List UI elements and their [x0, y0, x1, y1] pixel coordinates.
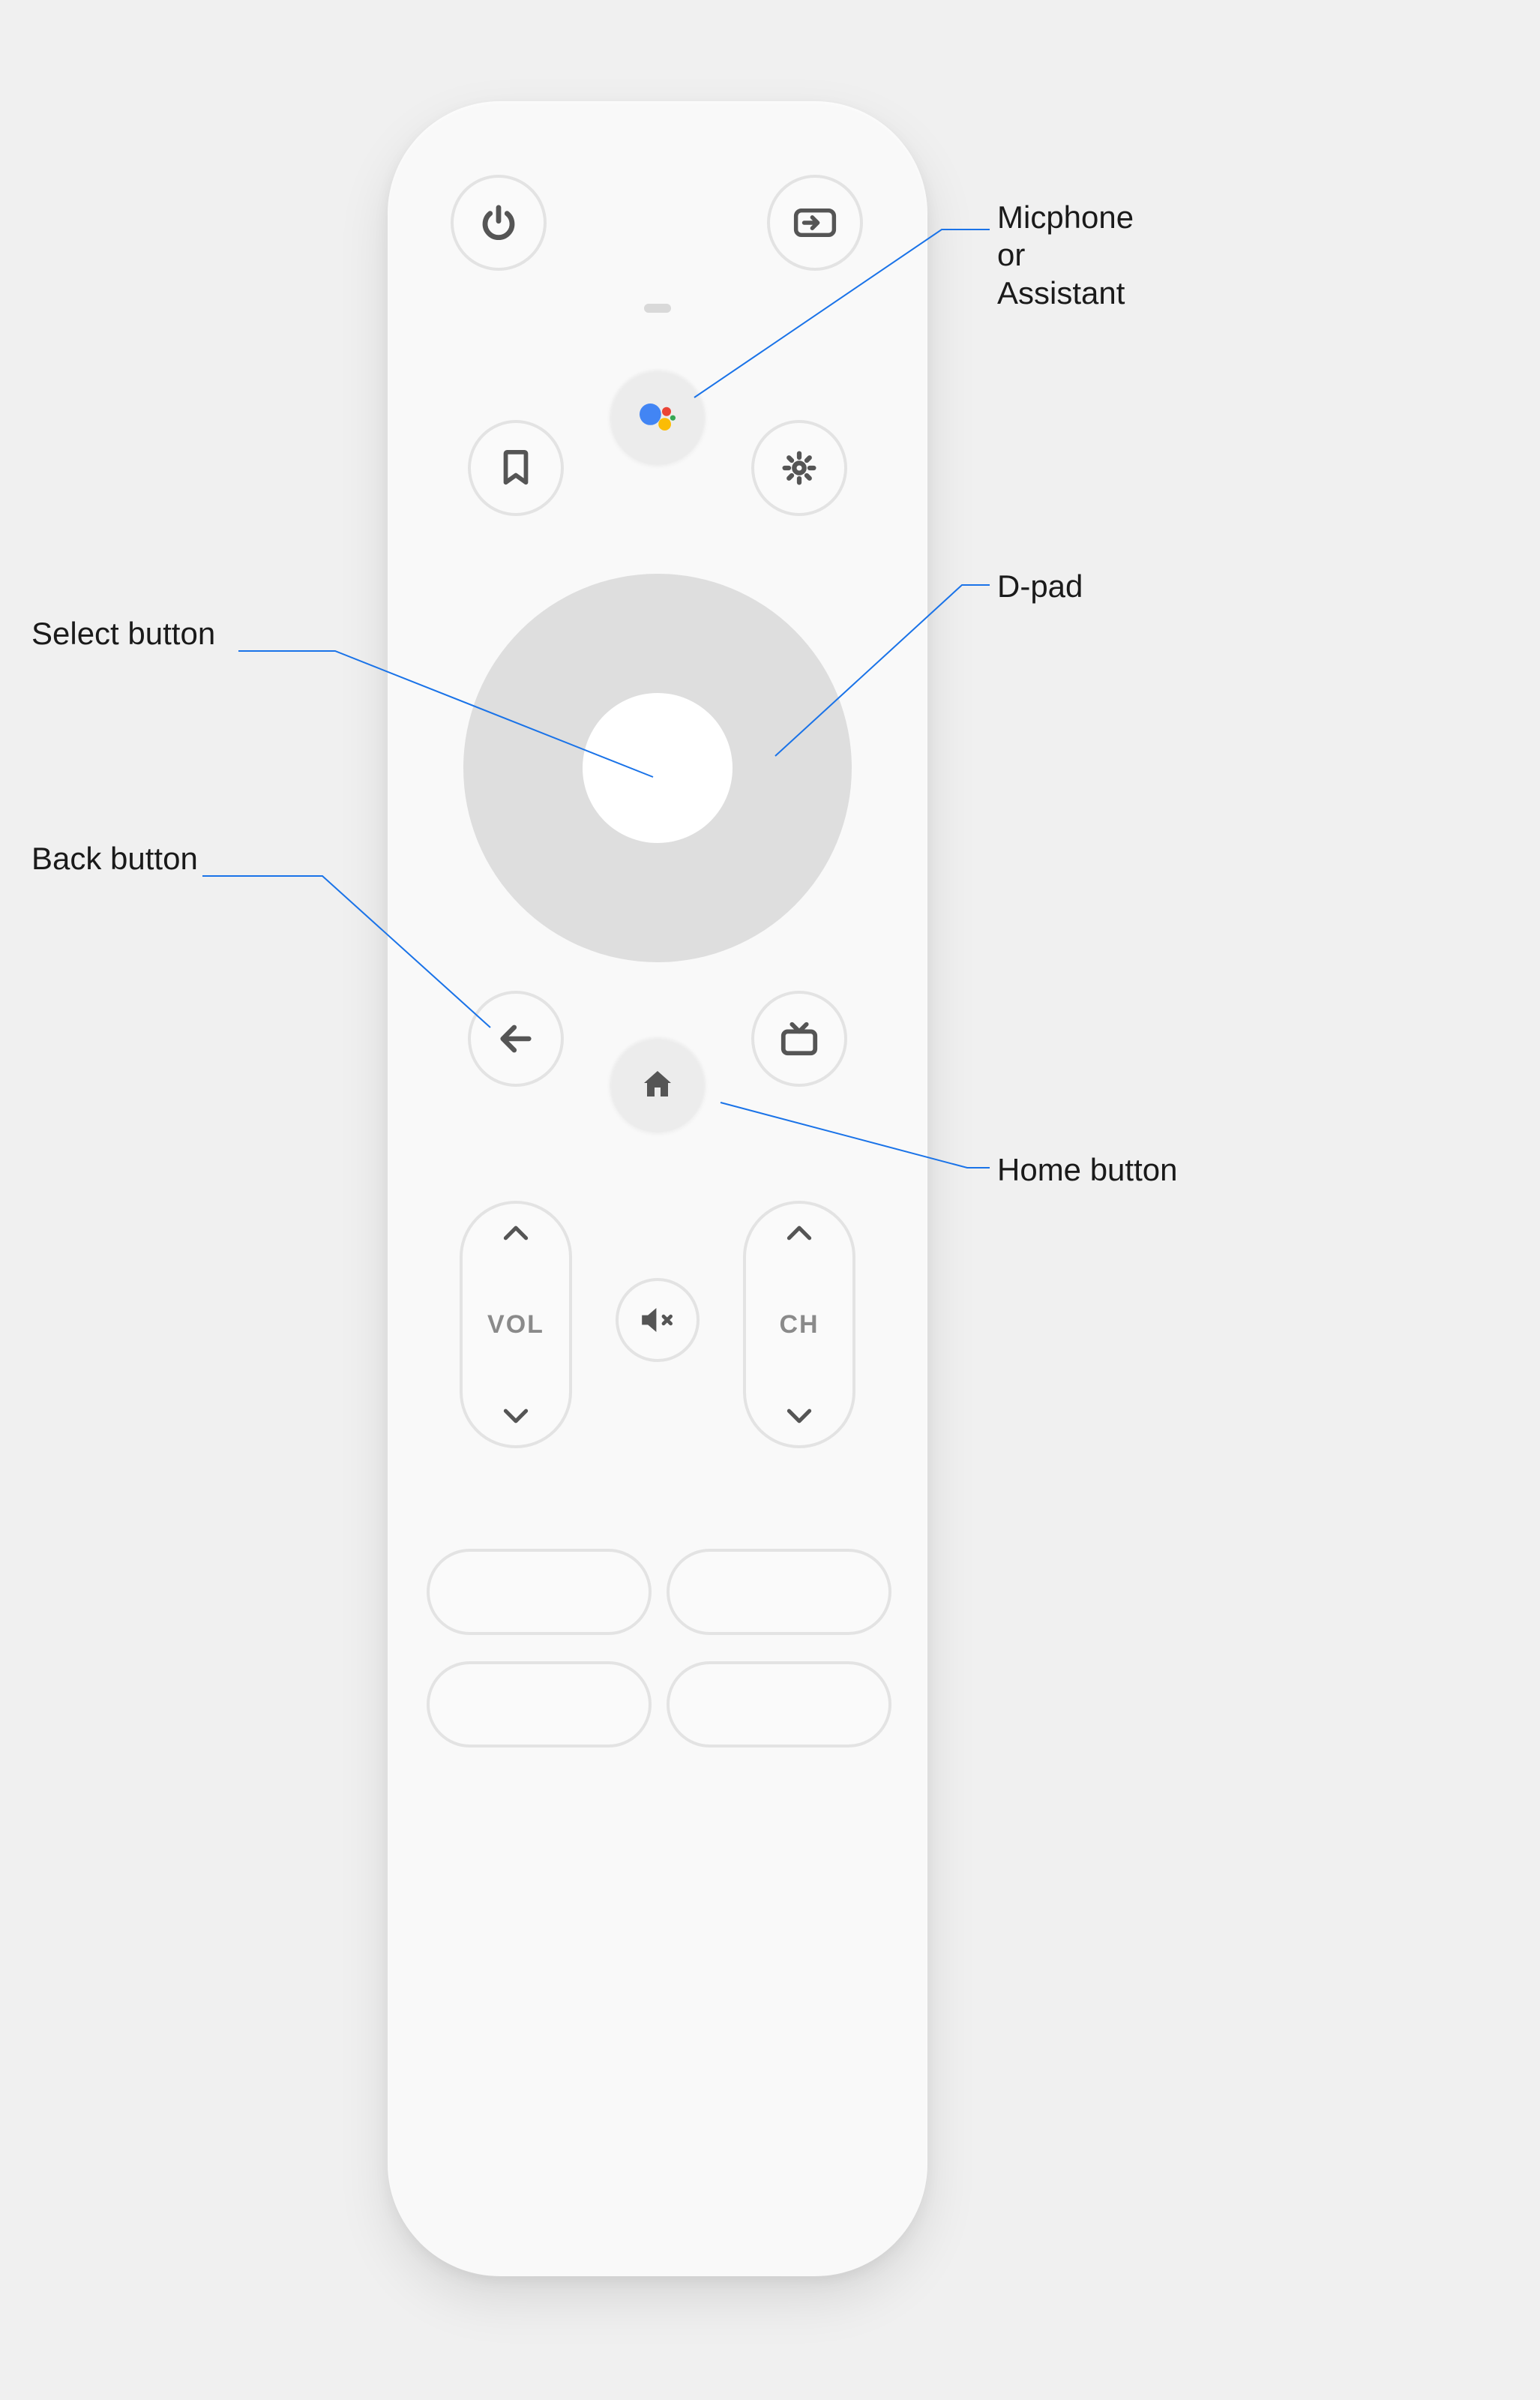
- callout-assistant: Micphone or Assistant: [997, 199, 1134, 312]
- back-arrow-icon: [496, 1019, 535, 1058]
- status-led: [644, 304, 671, 313]
- callout-dpad: D-pad: [997, 568, 1083, 605]
- settings-gear-icon: [780, 449, 818, 487]
- home-icon: [640, 1066, 676, 1102]
- chevron-up-icon: [786, 1225, 812, 1241]
- select-button[interactable]: [583, 693, 733, 843]
- home-button[interactable]: [610, 1036, 706, 1132]
- callout-home: Home button: [997, 1151, 1177, 1189]
- channel-label: CH: [779, 1310, 819, 1340]
- power-button[interactable]: [451, 175, 547, 271]
- input-source-button[interactable]: [767, 175, 863, 271]
- callout-back: Back button: [31, 840, 198, 878]
- callout-select: Select button: [31, 615, 215, 652]
- input-source-icon: [793, 206, 837, 239]
- settings-button[interactable]: [751, 420, 847, 516]
- back-button[interactable]: [468, 991, 564, 1087]
- mute-button[interactable]: [616, 1278, 700, 1362]
- shortcut-button-3[interactable]: [427, 1661, 652, 1748]
- bookmark-icon: [501, 449, 531, 487]
- live-tv-icon: [779, 1021, 819, 1057]
- shortcut-button-2[interactable]: [667, 1549, 891, 1635]
- volume-rocker[interactable]: VOL: [460, 1201, 572, 1448]
- live-tv-button[interactable]: [751, 991, 847, 1087]
- volume-label: VOL: [487, 1310, 544, 1340]
- shortcut-button-1[interactable]: [427, 1549, 652, 1635]
- google-assistant-icon: [635, 394, 680, 440]
- assistant-button[interactable]: [610, 369, 706, 465]
- chevron-down-icon: [786, 1408, 812, 1424]
- chevron-down-icon: [503, 1408, 529, 1424]
- chevron-up-icon: [503, 1225, 529, 1241]
- shortcut-button-4[interactable]: [667, 1661, 891, 1748]
- channel-rocker[interactable]: CH: [743, 1201, 855, 1448]
- power-icon: [478, 202, 519, 243]
- bookmark-button[interactable]: [468, 420, 564, 516]
- mute-icon: [640, 1305, 676, 1335]
- remote-body: VOL CH: [388, 101, 927, 2276]
